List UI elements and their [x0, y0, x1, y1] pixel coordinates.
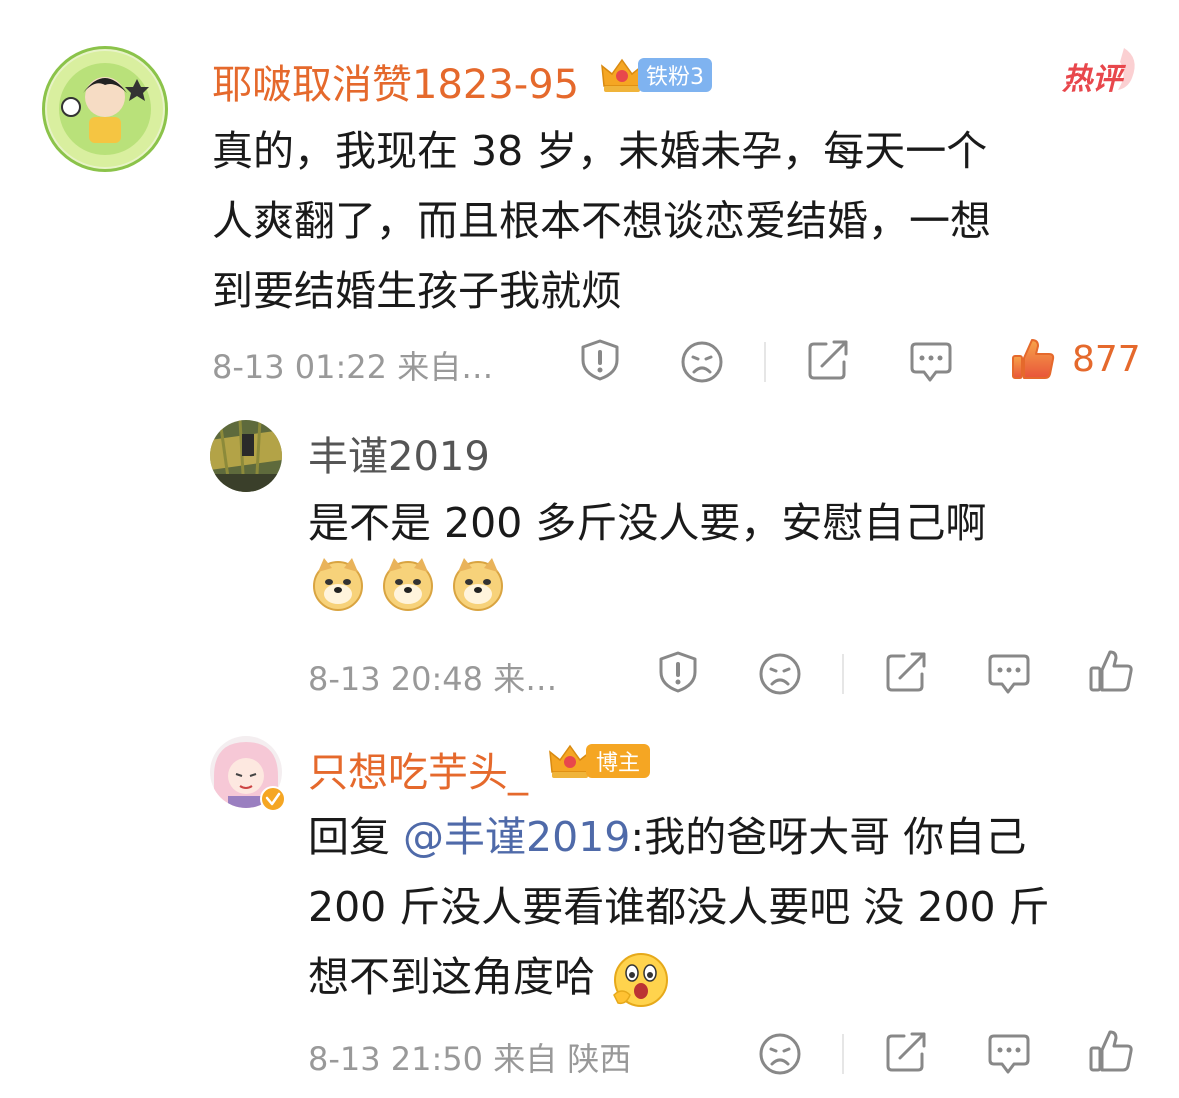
comment-button[interactable] — [908, 340, 954, 384]
avatar-image — [210, 420, 282, 492]
like-count: 877 — [1072, 338, 1141, 380]
verified-icon — [260, 786, 286, 812]
like-button[interactable] — [1088, 648, 1134, 694]
dislike-face-icon — [759, 653, 801, 695]
like-icon — [1089, 1030, 1133, 1072]
doge-emoji — [453, 558, 503, 611]
reply-line: 200 斤没人要看谁都没人要吧 没 200 斤 — [308, 883, 1050, 931]
comment-line: 真的，我现在 38 岁，未婚未孕，每天一个 — [212, 127, 988, 175]
username[interactable]: 丰谨2019 — [308, 424, 490, 482]
hot-comment-tag: 热评 — [1062, 44, 1142, 98]
divider — [764, 342, 766, 382]
emoji-row — [310, 556, 506, 612]
comment-line: 人爽翻了，而且根本不想谈恋爱结婚，一想 — [212, 197, 991, 245]
comment-button[interactable] — [986, 652, 1032, 696]
comment-line: 到要结婚生孩子我就烦 — [212, 267, 622, 315]
like-button[interactable] — [1088, 1028, 1134, 1074]
dislike-face-icon — [759, 1033, 801, 1075]
comment-meta: 8-13 01:22 来自… — [212, 348, 494, 386]
report-button[interactable] — [578, 338, 622, 382]
surprised-face-emoji — [613, 953, 669, 1007]
report-icon — [581, 339, 619, 381]
share-button[interactable] — [806, 338, 852, 382]
share-icon — [886, 1032, 926, 1072]
reply-line-text: :我的爸呀大哥 你自己 — [630, 813, 1027, 861]
divider — [842, 1034, 844, 1074]
doge-emoji — [313, 558, 363, 611]
comment-icon — [988, 654, 1030, 694]
hot-tag-label: 热评 — [1062, 62, 1122, 97]
username[interactable]: 耶啵取消赞1823-95 — [212, 52, 579, 110]
dislike-button[interactable] — [758, 1032, 802, 1076]
comment-text: 真的，我现在 38 岁，未婚未孕，每天一个 人爽翻了，而且根本不想谈恋爱结婚，一… — [212, 116, 1152, 326]
comment-icon — [910, 342, 952, 382]
share-button[interactable] — [884, 1030, 930, 1074]
reply-line: 是不是 200 多斤没人要，安慰自己啊 — [308, 499, 987, 547]
reply-meta: 8-13 20:48 来… — [308, 660, 558, 698]
like-icon — [1012, 339, 1055, 379]
mention-link[interactable]: @丰谨2019 — [403, 813, 630, 861]
doge-emoji — [383, 558, 433, 611]
avatar-image — [47, 51, 163, 167]
reply-line-text: 想不到这角度哈 — [308, 953, 595, 1001]
dislike-button[interactable] — [680, 340, 724, 384]
badge-label: 铁粉3 — [646, 65, 704, 90]
reply-line: 想不到这角度哈 — [308, 942, 1158, 1012]
dislike-face-icon — [681, 341, 723, 383]
comment-icon — [988, 1034, 1030, 1074]
avatar[interactable] — [210, 736, 286, 812]
reply-line: 回复 @丰谨2019:我的爸呀大哥 你自己 — [308, 802, 1158, 872]
share-icon — [886, 652, 926, 692]
like-button[interactable]: 877 — [1010, 336, 1141, 382]
reply-prefix: 回复 — [308, 813, 404, 861]
report-button[interactable] — [656, 650, 700, 694]
like-icon — [1089, 650, 1133, 692]
dislike-button[interactable] — [758, 652, 802, 696]
author-badge[interactable]: 博主 — [548, 742, 651, 780]
share-button[interactable] — [884, 650, 930, 694]
report-icon — [659, 651, 697, 693]
reply-text: 回复 @丰谨2019:我的爸呀大哥 你自己 200 斤没人要看谁都没人要吧 没 … — [308, 802, 1158, 1012]
badge-label: 博主 — [596, 751, 641, 776]
reply-meta: 8-13 21:50 来自 陕西 — [308, 1040, 632, 1078]
comment-button[interactable] — [986, 1032, 1032, 1076]
reply-text: 是不是 200 多斤没人要，安慰自己啊 — [308, 488, 1148, 558]
divider — [842, 654, 844, 694]
username[interactable]: 只想吃芋头_ — [308, 740, 528, 798]
fan-badge[interactable]: 铁粉3 — [600, 56, 712, 94]
share-icon — [808, 340, 848, 380]
avatar[interactable] — [42, 46, 168, 172]
avatar[interactable] — [210, 420, 282, 492]
